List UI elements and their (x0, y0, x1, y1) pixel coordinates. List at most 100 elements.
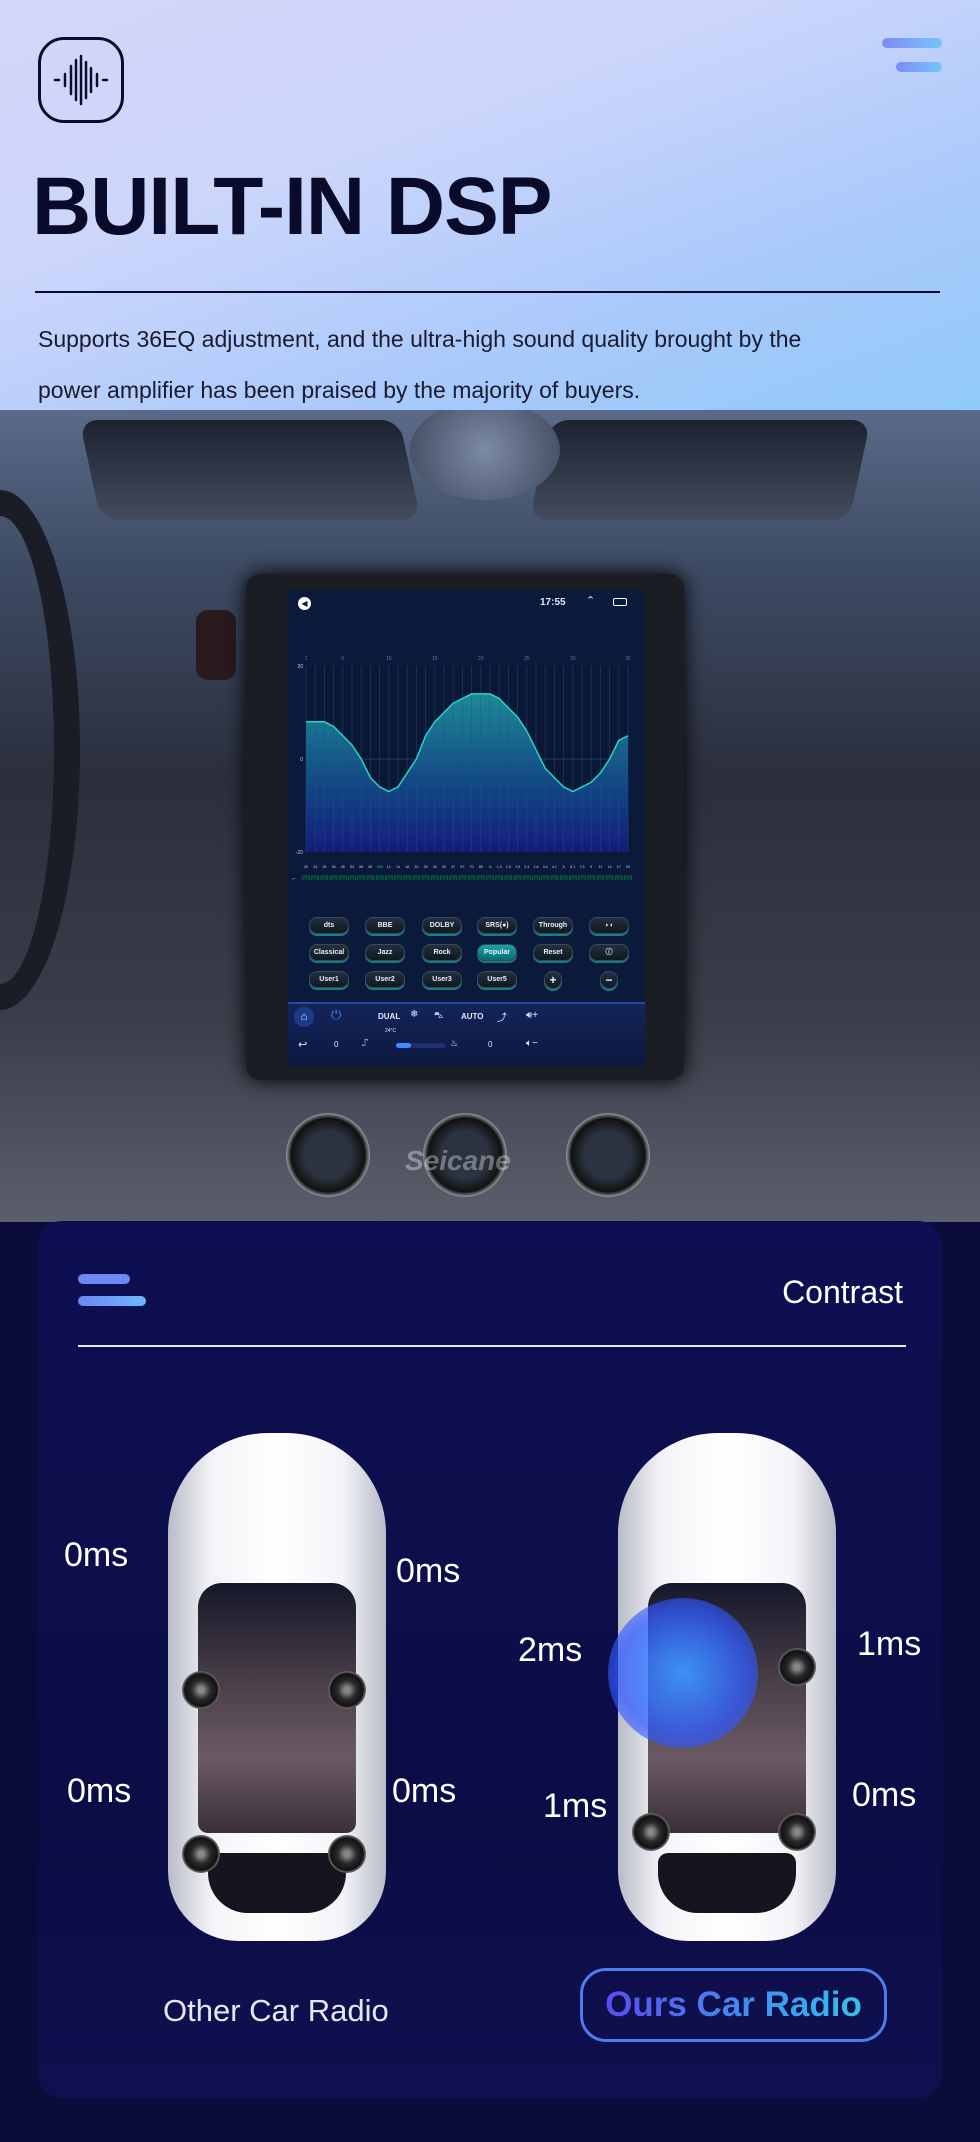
divider (78, 1345, 906, 1347)
ac-snowflake-icon[interactable]: ❄ (410, 1009, 418, 1020)
volume-down-icon[interactable]: 🔈︎− (526, 1038, 538, 1049)
dual-button[interactable]: DUAL (378, 1012, 400, 1021)
eq-frequency-label: 80 (368, 865, 372, 869)
ours-delay-rear-left: 1ms (543, 1787, 608, 1825)
eq-button-user1[interactable]: User1 (309, 971, 349, 988)
eq-frequency-label: 5 (563, 865, 565, 869)
seat-heat-icon[interactable]: ♨ (450, 1038, 458, 1049)
other-delay-rear-right: 0ms (392, 1772, 457, 1810)
eq-frequency-label: 53 (350, 865, 354, 869)
ours-delay-front-right: 1ms (857, 1625, 922, 1663)
eq-band-number: 15 (432, 656, 438, 662)
menu-icon[interactable] (882, 38, 942, 74)
ours-delay-rear-right: 0ms (852, 1776, 917, 1814)
eq-button-dts[interactable]: dts (309, 917, 349, 934)
eq-frequency-label: 4.1 (552, 865, 557, 869)
eq-chart[interactable]: 1 5 10 15 20 25 30 36200-2020 24 29 36 45 53 65 80 100 1… (288, 640, 645, 880)
eq-frequency-label: 1.3 (497, 865, 502, 869)
fan-speed-slider[interactable] (396, 1043, 446, 1048)
eq-frequency-label: 32 (433, 865, 437, 869)
climate-knob-left (286, 1113, 370, 1197)
status-time: 17:55 (540, 597, 566, 608)
recent-apps-icon[interactable] (613, 598, 627, 606)
eq-button-user3[interactable]: User3 (422, 971, 462, 988)
eq-frequency-label: 20 (414, 865, 418, 869)
left-temp-value: 0 (334, 1040, 339, 1049)
eq-frequency-label: 6.1 (570, 865, 575, 869)
eq-button-reset[interactable]: Reset (533, 944, 573, 961)
stereo-icon[interactable]: ◗◖ (589, 917, 629, 934)
back-icon[interactable]: ◀ (298, 597, 311, 610)
eq-band-number: 10 (386, 656, 392, 662)
eq-frequency-label: 9 (590, 865, 592, 869)
eq-button-classical[interactable]: Classical (309, 944, 349, 961)
expand-icon[interactable]: ⌃ (586, 594, 595, 607)
description-line-1: Supports 36EQ adjustment, and the ultra-… (38, 326, 802, 352)
eq-gain-value: 13 (497, 879, 502, 881)
eq-band-number: 25 (524, 656, 530, 662)
eq-frequency-label: 3.4 (543, 865, 548, 869)
eq-button-srs[interactable]: SRS(●) (477, 917, 517, 934)
eq-frequency-label: 20 (304, 865, 308, 869)
other-delay-rear-left: 0ms (67, 1772, 132, 1810)
watermark: Seicane (405, 1145, 511, 1176)
other-car-image (168, 1433, 386, 1941)
auto-button[interactable]: AUTO (461, 1012, 484, 1021)
eq-frequency-label: 2.3 (524, 865, 529, 869)
eq-gain-value: 12 (451, 879, 456, 881)
climate-bar: ⌂ ⏻ DUAL ❄ ⛍ AUTO ⤴ 🔊︎+ 24°C ↩ 0 ⑀ ♨ 0 🔈… (288, 1002, 645, 1066)
eq-frequency-label: 47 (451, 865, 455, 869)
eq-frequency-label: 20 (626, 865, 630, 869)
recirculation-icon[interactable]: ⛍ (434, 1010, 443, 1022)
eq-frequency-label: 45 (341, 865, 345, 869)
eq-button-through[interactable]: Through (533, 917, 573, 934)
seat-icon[interactable]: ⑀ (362, 1038, 368, 1049)
eq-frequency-label: 12 (387, 865, 391, 869)
eq-button-plus[interactable]: + (544, 971, 562, 989)
power-icon[interactable]: ⏻ (331, 1007, 341, 1023)
ours-car-radio-button[interactable]: Ours Car Radio (580, 1968, 887, 2042)
eq-frequency-label: 85 (479, 865, 483, 869)
eq-gain-value: 13 (460, 879, 465, 881)
eq-button-minus[interactable]: − (600, 971, 618, 989)
hazard-button (196, 610, 236, 680)
airflow-icon[interactable]: ⤴ (497, 1009, 507, 1024)
climate-knob-right (566, 1113, 650, 1197)
eq-button-dolby[interactable]: DOLBY (422, 917, 462, 934)
eq-gain-value: 14 (479, 879, 484, 881)
page-title: BUILT-IN DSP (32, 161, 552, 252)
eq-band-number: 20 (478, 656, 484, 662)
divider (35, 291, 940, 293)
eq-button-jazz[interactable]: Jazz (365, 944, 405, 961)
eq-button-popular[interactable]: Popular (477, 944, 517, 961)
eq-button-rock[interactable]: Rock (422, 944, 462, 961)
eq-frequency-label: 1.6 (506, 865, 511, 869)
eq-frequency-label: 1k (488, 865, 492, 869)
eq-frequency-label: 65 (359, 865, 363, 869)
info-icon[interactable]: ⓘ (589, 944, 629, 961)
eq-button-user5[interactable]: User5 (477, 971, 517, 988)
menu-icon[interactable] (78, 1274, 146, 1306)
radio-screen: ◀ 17:55 ⌃ 1 5 10 15 20 25 30 36 20 0 -20 20 24 29 36 45… (288, 590, 645, 1066)
other-delay-front-left: 0ms (64, 1536, 129, 1574)
eq-frequency-label: 29 (322, 865, 326, 869)
eq-frequency-label: 7.5 (580, 865, 585, 869)
eq-frequency-label: 24 (313, 865, 317, 869)
eq-frequency-label: 1.9 (515, 865, 520, 869)
eq-frequency-label: 14 (608, 865, 612, 869)
eq-frequency-label: 2.8 (534, 865, 539, 869)
eq-frequency-label: 39 (442, 865, 446, 869)
volume-up-icon[interactable]: 🔊︎+ (526, 1010, 538, 1021)
right-temp-value: 0 (488, 1040, 493, 1049)
eq-frequency-label: 70 (470, 865, 474, 869)
eq-band-number: 36 (625, 656, 631, 662)
eq-button-user2[interactable]: User2 (365, 971, 405, 988)
eq-button-bbe[interactable]: BBE (365, 917, 405, 934)
home-icon[interactable]: ⌂ (294, 1007, 314, 1027)
description-line-2: power amplifier has been praised by the … (38, 377, 641, 403)
sound-wave-icon (38, 37, 124, 123)
eq-frequency-label: 14 (396, 865, 400, 869)
return-icon[interactable]: ↩ (298, 1038, 307, 1051)
temperature: 24°C (385, 1028, 397, 1034)
eq-gain-value: 10 (442, 879, 447, 881)
